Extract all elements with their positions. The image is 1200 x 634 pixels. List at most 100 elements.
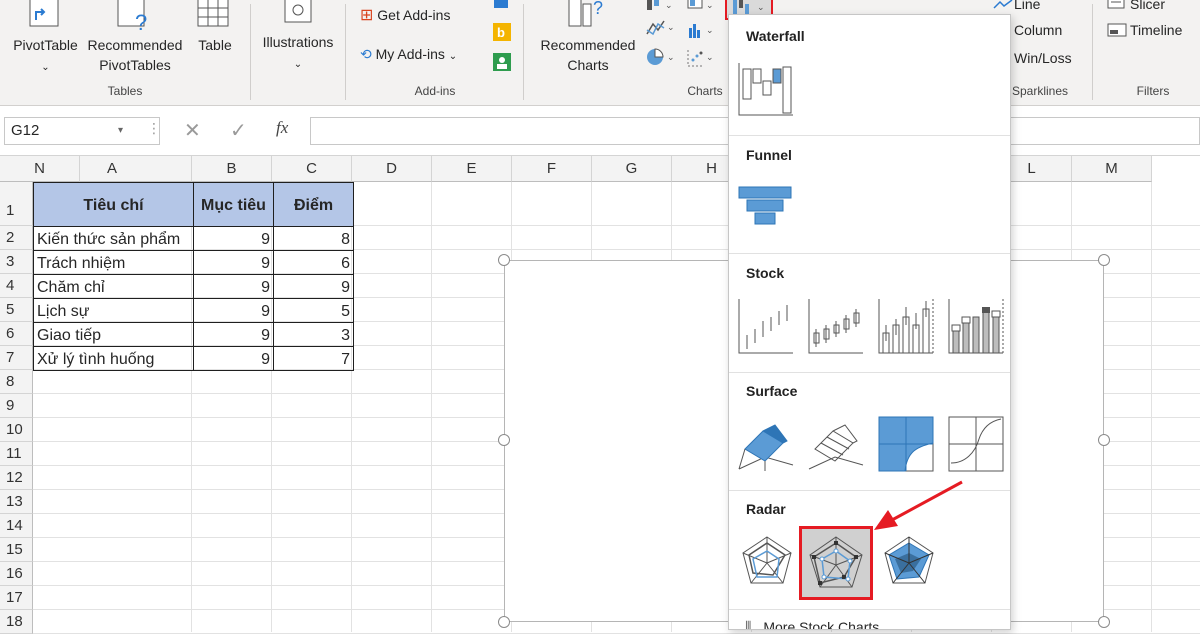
row-header-13[interactable]: 13 <box>0 490 33 514</box>
stock-ohlc-option[interactable] <box>805 295 867 357</box>
table-cell[interactable]: 8 <box>273 226 354 251</box>
table-cell[interactable]: 3 <box>273 322 354 347</box>
ribbon-separator <box>250 4 251 100</box>
table-cell[interactable]: Trách nhiệm <box>33 250 194 275</box>
ribbon-separator <box>523 4 524 100</box>
stock-vhlc-option[interactable] <box>875 295 937 357</box>
funnel-chart-option[interactable] <box>735 183 795 233</box>
hierarchy-chart-icon[interactable]: ⌄ <box>686 0 718 14</box>
table-cell[interactable]: 9 <box>273 274 354 299</box>
bing-icon[interactable]: b <box>492 22 512 42</box>
group-addins-label: Add-ins <box>414 84 456 98</box>
insert-function-icon[interactable]: fx <box>276 118 288 138</box>
column-header-e[interactable]: E <box>432 156 512 182</box>
table-header-cell[interactable]: Điểm <box>273 182 354 227</box>
table-cell[interactable]: 9 <box>193 226 274 251</box>
chart-resize-handle[interactable] <box>1098 434 1110 446</box>
enter-icon[interactable]: ✓ <box>230 118 247 143</box>
illustrations-button[interactable]: Illustrations ⌄ <box>258 32 338 75</box>
chart-resize-handle[interactable] <box>1098 254 1110 266</box>
row-header-4[interactable]: 4 <box>0 274 33 298</box>
column-header-m[interactable]: M <box>1072 156 1152 182</box>
chart-resize-handle[interactable] <box>1098 616 1110 628</box>
svg-text:⌄: ⌄ <box>665 0 673 10</box>
slicer-button[interactable]: Slicer <box>1130 0 1165 14</box>
table-cell[interactable]: 6 <box>273 250 354 275</box>
row-header-7[interactable]: 7 <box>0 346 33 370</box>
row-header-6[interactable]: 6 <box>0 322 33 346</box>
row-header-18[interactable]: 18 <box>0 610 33 634</box>
row-header-14[interactable]: 14 <box>0 514 33 538</box>
waterfall-chart-option[interactable] <box>735 59 795 119</box>
name-box[interactable]: G12 ▾ <box>4 117 160 145</box>
sparkline-winloss-button[interactable]: Win/Loss <box>1014 48 1072 68</box>
more-stock-charts-item[interactable]: ⫼ More Stock Charts... <box>745 619 891 629</box>
table-cell[interactable]: Chăm chỉ <box>33 274 194 299</box>
stock-vohlc-option[interactable] <box>945 295 1007 357</box>
timeline-button[interactable]: Timeline <box>1130 20 1182 40</box>
row-header-11[interactable]: 11 <box>0 442 33 466</box>
menu-separator <box>729 253 1010 254</box>
recommended-pivottables-button[interactable]: Recommended PivotTables <box>84 35 186 75</box>
row-header-10[interactable]: 10 <box>0 418 33 442</box>
table-cell[interactable]: 9 <box>193 250 274 275</box>
row-header-16[interactable]: 16 <box>0 562 33 586</box>
row-header-9[interactable]: 9 <box>0 394 33 418</box>
surface-3d-option[interactable] <box>735 413 797 475</box>
surface-contour-wireframe-option[interactable] <box>945 413 1007 475</box>
column-header-c[interactable]: C <box>272 156 352 182</box>
surface-contour-option[interactable] <box>875 413 937 475</box>
table-icon <box>197 0 229 27</box>
table-cell[interactable]: 5 <box>273 298 354 323</box>
chart-resize-handle[interactable] <box>498 616 510 628</box>
column-header-d[interactable]: D <box>352 156 432 182</box>
pivottable-button[interactable]: PivotTable ⌄ <box>8 35 83 78</box>
table-cell[interactable]: 7 <box>273 346 354 371</box>
chart-resize-handle[interactable] <box>498 434 510 446</box>
timeline-icon <box>1107 23 1127 37</box>
row-header-17[interactable]: 17 <box>0 586 33 610</box>
my-addins-label: My Add-ins <box>375 46 445 62</box>
sparkline-column-button[interactable]: Column <box>1014 20 1062 40</box>
column-header-n[interactable]: N <box>0 156 80 182</box>
column-header-b[interactable]: B <box>192 156 272 182</box>
column-header-f[interactable]: F <box>512 156 592 182</box>
chart-resize-handle[interactable] <box>498 254 510 266</box>
table-cell[interactable]: 9 <box>193 274 274 299</box>
sparkline-line-button[interactable]: Line <box>1014 0 1040 14</box>
get-addins-button[interactable]: ⊞ Get Add-ins <box>360 5 450 26</box>
table-cell[interactable]: Giao tiếp <box>33 322 194 347</box>
slicer-icon <box>1107 0 1125 9</box>
table-cell[interactable]: Xử lý tình huống <box>33 346 194 371</box>
row-header-5[interactable]: 5 <box>0 298 33 322</box>
sparkline-line-icon[interactable] <box>992 0 1014 10</box>
table-cell[interactable]: 9 <box>193 322 274 347</box>
table-header-cell[interactable]: Tiêu chí <box>33 182 194 227</box>
statistic-chart-icon[interactable]: ⌄ <box>686 20 718 40</box>
table-cell[interactable]: 9 <box>193 298 274 323</box>
table-cell[interactable]: Lịch sự <box>33 298 194 323</box>
column-header-g[interactable]: G <box>592 156 672 182</box>
radar-chart-option[interactable] <box>735 529 799 593</box>
recommended-charts-button[interactable]: Recommended Charts <box>535 35 641 75</box>
row-header-15[interactable]: 15 <box>0 538 33 562</box>
people-graph-icon[interactable] <box>492 52 512 72</box>
pie-chart-icon[interactable]: ⌄ <box>645 46 677 68</box>
column-chart-icon[interactable]: ⌄ <box>645 0 677 14</box>
row-header-2[interactable]: 2 <box>0 226 33 250</box>
line-chart-icon[interactable]: ⌄ <box>645 18 677 38</box>
scatter-chart-icon[interactable]: ⌄ <box>686 48 718 68</box>
stock-hlc-option[interactable] <box>735 295 797 357</box>
row-header-12[interactable]: 12 <box>0 466 33 490</box>
cancel-icon[interactable]: ✕ <box>184 118 201 143</box>
table-button[interactable]: Table <box>192 35 238 55</box>
my-addins-button[interactable]: ⟲ My Add-ins ⌄ <box>360 44 457 67</box>
table-cell[interactable]: 9 <box>193 346 274 371</box>
row-header-1[interactable]: 1 <box>0 182 33 226</box>
table-cell[interactable]: Kiến thức sản phẩm <box>33 226 194 251</box>
surface-wireframe-option[interactable] <box>805 413 867 475</box>
row-header-8[interactable]: 8 <box>0 370 33 394</box>
table-header-cell[interactable]: Mục tiêu <box>193 182 274 227</box>
menu-separator <box>729 372 1010 373</box>
row-header-3[interactable]: 3 <box>0 250 33 274</box>
